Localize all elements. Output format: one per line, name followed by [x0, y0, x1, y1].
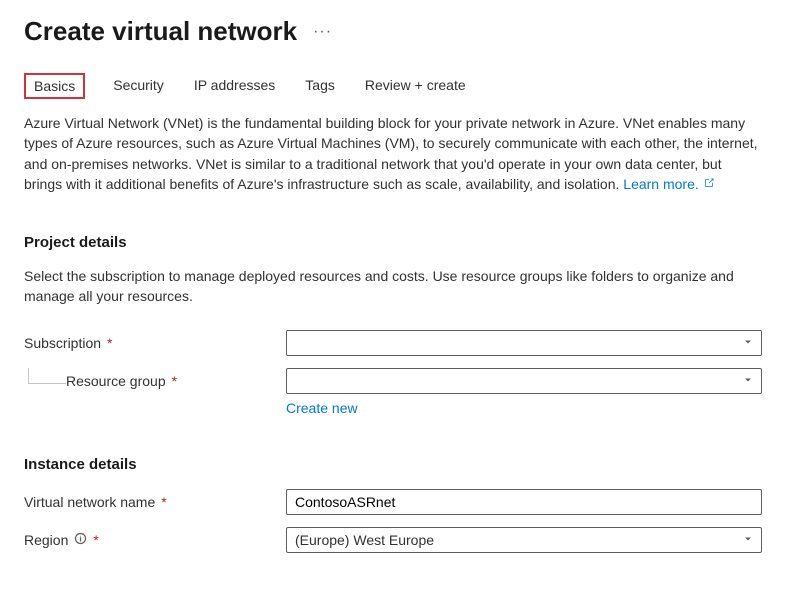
region-select[interactable]: (Europe) West Europe	[286, 527, 762, 553]
resource-group-select[interactable]	[286, 368, 762, 394]
project-details-heading: Project details	[24, 234, 762, 251]
create-new-link[interactable]: Create new	[286, 400, 358, 416]
region-label: Region *	[24, 532, 286, 548]
virtual-network-name-input[interactable]	[286, 489, 762, 515]
subscription-label: Subscription *	[24, 335, 286, 351]
info-icon[interactable]	[74, 532, 87, 548]
learn-more-link[interactable]: Learn more.	[623, 174, 714, 194]
external-link-icon	[703, 174, 715, 194]
tree-connector	[28, 368, 66, 384]
tabs-nav: Basics Security IP addresses Tags Review…	[24, 73, 762, 99]
virtual-network-name-label: Virtual network name *	[24, 494, 286, 510]
tab-tags[interactable]: Tags	[303, 73, 337, 99]
more-actions-button[interactable]: ···	[313, 23, 332, 41]
tab-security[interactable]: Security	[111, 73, 166, 99]
tab-review-create[interactable]: Review + create	[363, 73, 468, 99]
tab-basics[interactable]: Basics	[24, 73, 85, 99]
tab-ip-addresses[interactable]: IP addresses	[192, 73, 277, 99]
intro-text: Azure Virtual Network (VNet) is the fund…	[24, 113, 762, 194]
resource-group-label: Resource group *	[66, 373, 286, 389]
subscription-select[interactable]	[286, 330, 762, 356]
project-details-desc: Select the subscription to manage deploy…	[24, 267, 762, 306]
instance-details-heading: Instance details	[24, 456, 762, 473]
page-title: Create virtual network	[24, 16, 297, 47]
